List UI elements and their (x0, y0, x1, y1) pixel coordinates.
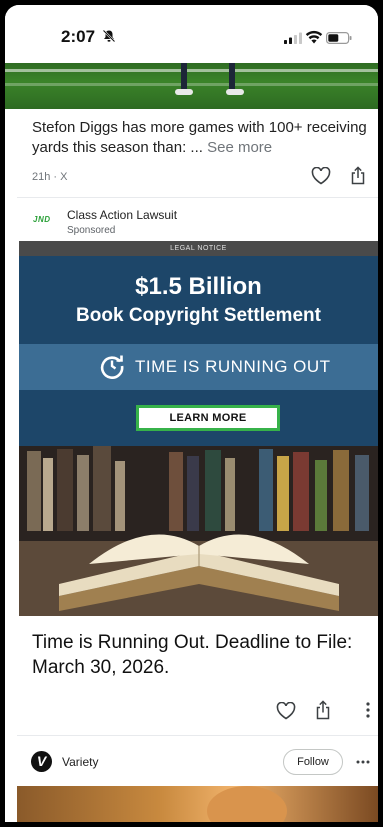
follow-button[interactable]: Follow (283, 749, 343, 775)
clock-icon (100, 355, 124, 379)
story-image[interactable] (5, 63, 378, 109)
more-vertical-icon[interactable] (365, 701, 371, 719)
share-icon[interactable] (315, 700, 331, 720)
see-more-link[interactable]: See more (207, 139, 272, 156)
story-headline[interactable]: Stefon Diggs has more games with 100+ re… (32, 118, 377, 158)
status-time: 2:07 (61, 27, 96, 46)
more-horizontal-icon[interactable] (356, 760, 370, 764)
feed-screen: 2:07 Stefon Diggs has more games with 10… (5, 5, 378, 822)
heart-icon[interactable] (276, 702, 296, 720)
story-image[interactable] (17, 786, 378, 822)
player-legs-graphic (175, 63, 244, 95)
sponsor-name[interactable]: Class Action Lawsuit (67, 208, 177, 222)
phone-frame: 2:07 Stefon Diggs has more games with 10… (0, 0, 383, 827)
book-scene-graphic (19, 446, 378, 616)
ad-urgency-text: TIME IS RUNNING OUT (135, 357, 331, 376)
ad-headline-amount: $1.5 Billion (135, 273, 262, 300)
publisher-name[interactable]: Variety (62, 755, 98, 769)
heart-icon[interactable] (311, 167, 331, 185)
story-meta: 21h · X (32, 171, 68, 183)
story-text: Stefon Diggs has more games with 100+ re… (32, 119, 367, 156)
status-bar: 2:07 (5, 5, 378, 63)
sponsor-logo[interactable]: JND (33, 215, 51, 224)
sponsored-label: Sponsored (67, 225, 116, 236)
bell-off-icon (102, 29, 116, 43)
battery-icon (326, 32, 352, 44)
divider (17, 735, 378, 736)
ad-title[interactable]: Time is Running Out. Deadline to File: M… (32, 630, 372, 680)
legal-notice-bar: LEGAL NOTICE (19, 241, 378, 256)
signal-icon (284, 32, 302, 44)
ad-book-photo (19, 446, 378, 616)
publisher-logo[interactable]: V (31, 751, 52, 772)
learn-more-button[interactable]: LEARN MORE (136, 405, 280, 431)
image-subject (207, 786, 287, 822)
ad-headline-sub: Book Copyright Settlement (76, 305, 321, 326)
divider (17, 197, 378, 198)
wifi-icon (305, 30, 323, 44)
ad-banner[interactable]: LEGAL NOTICE $1.5 Billion Book Copyright… (19, 241, 378, 616)
share-icon[interactable] (350, 166, 366, 185)
